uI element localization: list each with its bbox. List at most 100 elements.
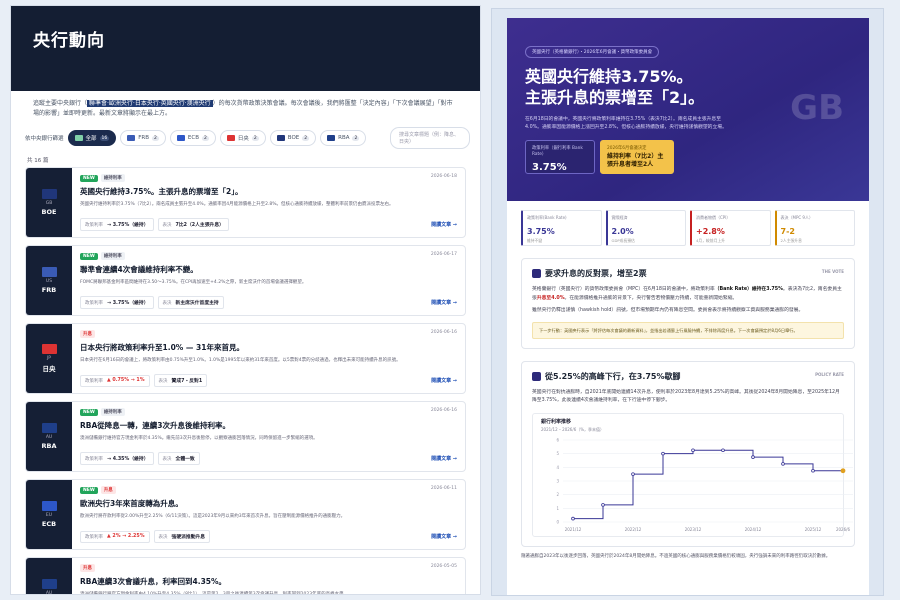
article-card[interactable]: JP 日央 升息 2026-06-16 日本央行將政策利率升至1.0% — 31年來首見… xyxy=(25,323,466,394)
stat-label: 表決（MPC 9人） xyxy=(780,215,813,220)
country-code: JP xyxy=(46,356,52,361)
filter-label: 依中央銀行篩選 xyxy=(25,136,64,142)
stat-value: 7-2 xyxy=(780,227,795,236)
bank-name: RBA xyxy=(41,442,57,450)
filter-chip-count: 2 xyxy=(251,135,259,141)
tag-badge: 維持利率 xyxy=(100,252,125,260)
article-card[interactable]: EU ECB NEW 升息 2026-06-11 歐洲央行3年來首度轉為升息。 歐洲央行將存… xyxy=(25,479,466,550)
country-watermark: GB xyxy=(790,88,844,128)
chart-subtitle: 2021/12 – 2026/6（%，季末值） xyxy=(541,426,604,432)
section-rate-history: 從5.25%的高峰下行，在3.75%歇腳 POLICY RATE 英國央行在對抗… xyxy=(521,360,855,547)
article-hero: 英國央行（英格蘭銀行）・2026年6月會議・貨幣政策委員會 英國央行維持3.75… xyxy=(507,18,869,201)
search-input[interactable]: 搜尋文章標題（例：降息、日央） xyxy=(390,127,470,149)
filter-chip-count: 2 xyxy=(202,135,209,141)
country-code: US xyxy=(45,279,53,284)
rate-box: 政策利率 ▲ 0.75% → 1% xyxy=(80,374,150,387)
card-meta: 政策利率 ▲ 2% → 2.25% 表決 強硬派推動升息 閱讀文章 → xyxy=(80,530,457,543)
card-title[interactable]: 歐洲央行3年來首度轉為升息。 xyxy=(80,498,457,509)
article-card[interactable]: AU RBA NEW 維持利率 2026-06-16 RBA從降息一轉，連續3次升息後維持… xyxy=(25,401,466,472)
data-point xyxy=(571,516,575,520)
section-vote-heading: 要求升息的反對票，增至2票 xyxy=(545,269,647,278)
p1-b: （Bank Rate）維持在3.75% xyxy=(714,287,783,292)
data-point xyxy=(811,468,815,473)
vote-label: 表決 xyxy=(162,300,172,306)
filter-chip-label: RBA xyxy=(338,135,350,141)
y-tick-label: 3 xyxy=(556,478,559,483)
bank-badge: EU ECB xyxy=(26,480,72,549)
filter-chip[interactable]: ECB 2 xyxy=(169,130,216,146)
read-article-link[interactable]: 閱讀文章 → xyxy=(431,221,457,228)
section-vote-paragraph-2: 雖然央行仍釋出謹慎（hawkish hold）訊號，但市場預期年內仍有降息空間。… xyxy=(532,308,804,313)
tag-badge: 升息 xyxy=(80,564,95,572)
section-icon xyxy=(532,269,541,278)
title-line-1: 英國央行維持3.75%。 xyxy=(525,67,693,86)
stat-card: 消費者物價（CPI） +2.8% 4月，較前月上升 xyxy=(690,210,771,246)
vote-label: 表決 xyxy=(158,534,168,540)
bank-name: ECB xyxy=(41,520,57,528)
card-description: 英國央行維持利率於3.75%（7比2）。兩名成員主張升至4.0%。通膨率因4月能… xyxy=(80,202,394,207)
filter-chip[interactable]: FRB 2 xyxy=(120,130,166,146)
card-date: 2026-05-05 xyxy=(430,564,457,569)
data-point xyxy=(721,447,725,452)
x-tick-label: 2023/12 xyxy=(685,527,702,532)
article-card[interactable]: US FRB NEW 維持利率 2026-06-17 聯準會連續4次會議維持利率不變。 FO… xyxy=(25,245,466,316)
filter-chip-label: FRB xyxy=(138,135,150,141)
vote-box: 表決 強硬派推動升息 xyxy=(153,530,211,543)
read-article-link[interactable]: 閱讀文章 → xyxy=(431,299,457,306)
card-date: 2026-06-11 xyxy=(430,486,457,491)
rate-label: 政策利率 xyxy=(85,534,103,540)
vote-value: 贊成7・反對1 xyxy=(171,379,203,384)
card-title[interactable]: 聯準會連續4次會議維持利率不變。 xyxy=(80,264,457,275)
card-body: NEW 維持利率 2026-06-16 RBA從降息一轉，連續3次升息後維持利率。 澳洲… xyxy=(72,402,465,471)
search-placeholder: 搜尋文章標題（例：降息、日央） xyxy=(399,132,460,145)
filter-chip[interactable]: BOE 2 xyxy=(269,130,317,146)
flag-icon xyxy=(176,135,185,141)
vote-value: 強硬派推動升息 xyxy=(171,535,206,540)
filter-chip-count: 2 xyxy=(352,135,360,141)
card-tags: NEW 維持利率 xyxy=(80,252,457,260)
vote-label: 表決 xyxy=(162,222,172,228)
tag-badge: NEW xyxy=(80,408,98,416)
y-tick-label: 2 xyxy=(556,492,559,497)
stat-label: 消費者物價（CPI） xyxy=(696,215,731,220)
bank-badge: JP 日央 xyxy=(26,324,72,393)
flag-icon xyxy=(327,135,336,141)
bank-badge: AURBA xyxy=(26,558,72,594)
card-title[interactable]: 日本央行將政策利率升至1.0% — 31年來首見。 xyxy=(80,342,457,353)
rate-box: 政策利率 → 3.75%（維持） xyxy=(80,296,154,309)
country-code: GB xyxy=(45,201,53,206)
card-title[interactable]: 英國央行維持3.75%。主張升息的票增至「2」。 xyxy=(80,186,457,197)
card-tags: NEW 維持利率 xyxy=(80,174,457,182)
card-title[interactable]: RBA連續3次會議升息，利率回到4.35%。 xyxy=(80,576,457,587)
vote-label: 表決 xyxy=(158,378,168,384)
article-card[interactable]: AURBA 升息 2026-05-05 RBA連續3次會議升息，利率回到4.35%。澳… xyxy=(25,557,466,595)
decision-value: 維持利率（7比2）主張升息者增至2人 xyxy=(607,153,664,168)
flag-icon xyxy=(276,135,285,141)
section-rate-paragraph: 英國央行在對抗通膨時，自2021年底開始連續14次升息，使利率於2023年8月達… xyxy=(532,389,840,404)
bank-news-index-page: 央行動向 追蹤主要中央銀行（ 聯準會·歐洲央行·日本央行·英國央行·澳洲央行 ）的每… xyxy=(10,5,481,595)
tag-badge: 升息 xyxy=(100,486,116,494)
filter-chip-label: BOE xyxy=(287,135,300,141)
read-article-link[interactable]: 閱讀文章 → xyxy=(431,533,457,540)
filter-chip-count: 16 xyxy=(99,135,110,141)
card-meta: 政策利率 → 4.35%（維持） 表決 全體一致 閱讀文章 → xyxy=(80,452,457,465)
filter-chip-count: 2 xyxy=(152,135,159,141)
card-description: 澳洲儲備銀行將官方現金利率由4.10%升至4.35%（8比1）。這是第2、3月之… xyxy=(80,592,349,595)
p1-e: 。在能源價格推升通膨的背景下，央行警告若物價壓力持續，可能重新開始緊縮。 xyxy=(564,295,738,301)
rate-value: → 4.35%（維持） xyxy=(107,457,149,462)
stat-sub: 2人主張升息 xyxy=(780,238,802,243)
filter-chip[interactable]: RBA 2 xyxy=(320,130,367,146)
x-tick-label: 2025/12 xyxy=(805,527,822,532)
read-article-link[interactable]: 閱讀文章 → xyxy=(431,455,457,462)
card-title[interactable]: RBA從降息一轉，連續3次升息後維持利率。 xyxy=(80,420,457,431)
filter-chip[interactable]: 全部 16 xyxy=(67,130,117,146)
article-card[interactable]: GB BOE NEW 維持利率 2026-06-18 英國央行維持3.75%。主張升息的票… xyxy=(25,167,466,238)
card-body: NEW 升息 2026-06-11 歐洲央行3年來首度轉為升息。 歐洲央行將存款利率從2… xyxy=(72,480,465,549)
bank-name: BOE xyxy=(41,208,57,216)
filter-chip[interactable]: 日央 2 xyxy=(219,130,266,146)
data-point xyxy=(691,447,695,452)
read-article-link[interactable]: 閱讀文章 → xyxy=(431,377,457,384)
data-point xyxy=(601,502,605,507)
card-description: 歐洲央行將存款利率從2.00%升至2.25%（6/11決策）。這是2023年9月… xyxy=(80,514,346,519)
tag-badge: 維持利率 xyxy=(100,174,125,182)
